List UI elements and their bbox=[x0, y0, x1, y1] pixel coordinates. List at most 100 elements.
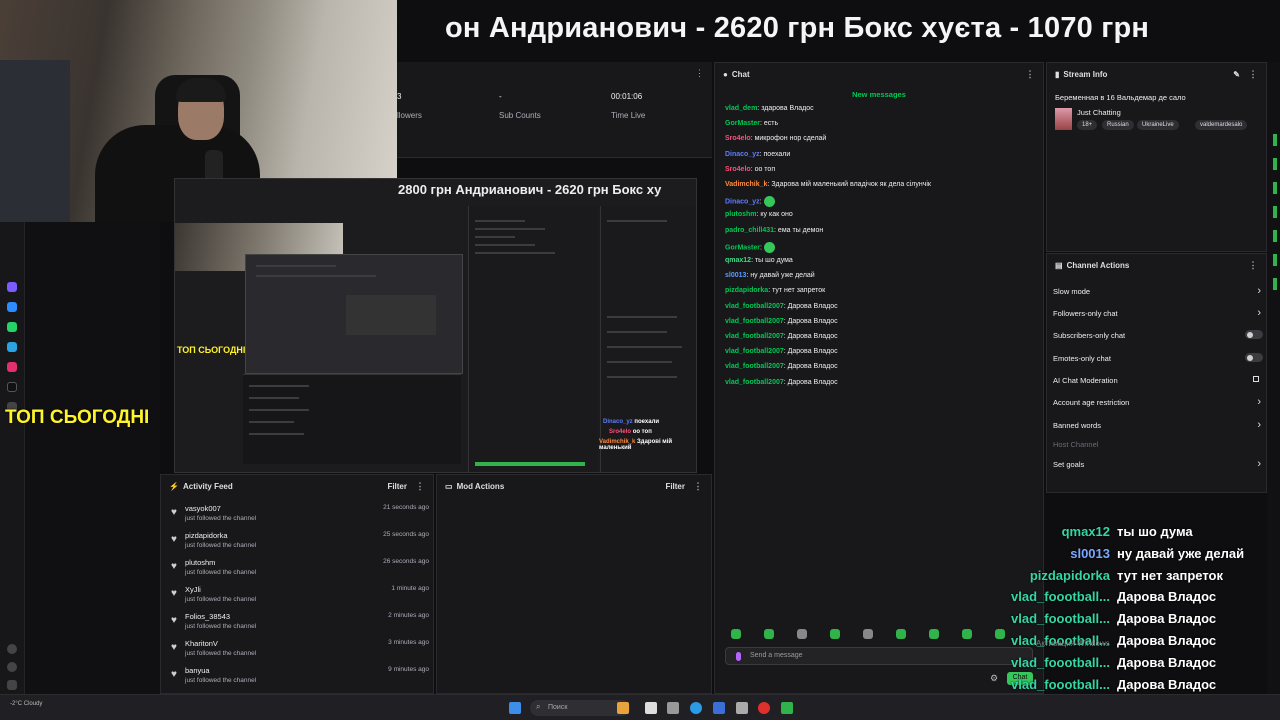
mod-icon: ▭ bbox=[445, 481, 453, 491]
taskbar-search[interactable]: ⌕ Поиск bbox=[530, 700, 630, 716]
app-icon[interactable] bbox=[667, 702, 679, 714]
gear-icon[interactable]: ⚙ bbox=[990, 673, 998, 684]
heart-icon: ♥ bbox=[171, 588, 177, 599]
messenger-icon[interactable] bbox=[7, 302, 17, 312]
channel-action-item[interactable]: Followers-only chat › bbox=[1053, 307, 1263, 319]
activity-feed-filter-button[interactable]: Filter bbox=[387, 482, 407, 491]
chat-username[interactable]: qmax12 bbox=[725, 257, 751, 264]
chat-message: vlad_football2007: Дарова Владос bbox=[725, 378, 838, 386]
chat-username[interactable]: Dinaco_yz bbox=[725, 151, 760, 158]
emote-bar[interactable] bbox=[727, 629, 1027, 643]
opera-icon[interactable] bbox=[758, 702, 770, 714]
channel-action-item[interactable]: Banned words › bbox=[1053, 419, 1263, 431]
edit-icon[interactable]: ✎ bbox=[1233, 70, 1240, 79]
feed-item[interactable]: ♥ pizdapidorka just followed the channel 25… bbox=[171, 531, 429, 558]
taskview-icon[interactable] bbox=[645, 702, 657, 714]
mail-icon[interactable] bbox=[736, 702, 748, 714]
chat-username[interactable]: GorMaster bbox=[725, 244, 760, 251]
nested-ticker: 2800 грн Андрианович - 2620 грн Бокс ху bbox=[398, 182, 662, 197]
tag-chip[interactable]: valdemardesalo bbox=[1195, 120, 1248, 130]
feed-item[interactable]: ♥ vasyok007 just followed the channel 21 se… bbox=[171, 504, 429, 531]
heart-icon[interactable] bbox=[7, 644, 17, 654]
overlay-chat-text: ну давай уже делай bbox=[1117, 545, 1245, 561]
channel-action-item[interactable]: Set goals › bbox=[1053, 458, 1263, 470]
channel-actions-title: Channel Actions bbox=[1066, 260, 1130, 270]
chat-input[interactable]: Send a message bbox=[725, 647, 1033, 665]
tag-chip[interactable]: 18+ bbox=[1077, 120, 1098, 130]
more-options-icon[interactable] bbox=[7, 680, 17, 690]
chat-username[interactable]: GorMaster bbox=[725, 120, 760, 127]
chat-message: Vadimchik_k: Здарова мій маленький владі… bbox=[725, 181, 931, 188]
chat-username[interactable]: Sro4elo bbox=[725, 135, 751, 142]
channel-action-item[interactable]: Emotes-only chat bbox=[1053, 353, 1263, 363]
chat-username[interactable]: Sro4elo bbox=[725, 166, 751, 173]
tag-chip[interactable]: UkraineLive bbox=[1137, 120, 1179, 130]
overlay-chat-text: Дарова Владос bbox=[1117, 611, 1217, 627]
folder-icon[interactable] bbox=[617, 702, 629, 714]
heart-icon: ♥ bbox=[171, 534, 177, 545]
feed-action: just followed the channel bbox=[185, 596, 257, 603]
channel-action-item[interactable]: Account age restriction › bbox=[1053, 396, 1263, 408]
microphone-icon[interactable] bbox=[736, 652, 741, 661]
activity-feed-menu-icon[interactable]: ⋮ bbox=[415, 481, 425, 492]
channel-action-label: AI Chat Moderation bbox=[1053, 376, 1118, 385]
windows-start-icon[interactable] bbox=[509, 702, 521, 714]
channel-action-label: Subscribers-only chat bbox=[1053, 331, 1126, 340]
chat-username[interactable]: vlad_football2007 bbox=[725, 303, 784, 310]
external-link-icon[interactable] bbox=[1253, 376, 1259, 382]
mod-actions-menu-icon[interactable]: ⋮ bbox=[693, 481, 703, 492]
tiktok-icon[interactable] bbox=[7, 382, 17, 392]
feed-item[interactable]: ♥ Folios_38543 just followed the channel 2 … bbox=[171, 612, 429, 639]
toggle-switch[interactable] bbox=[1245, 353, 1263, 362]
instagram-icon[interactable] bbox=[7, 362, 17, 372]
weather-widget[interactable]: -2°C Cloudy bbox=[10, 701, 42, 707]
chevron-right-icon[interactable]: › bbox=[1257, 458, 1261, 470]
store-icon[interactable] bbox=[713, 702, 725, 714]
feed-item[interactable]: ♥ banyua just followed the channel 9 minute… bbox=[171, 666, 429, 693]
clock-icon[interactable] bbox=[7, 662, 17, 672]
edge-icon[interactable] bbox=[690, 702, 702, 714]
feed-item[interactable]: ♥ XyJli just followed the channel 1 minute … bbox=[171, 585, 429, 612]
mod-actions-filter-button[interactable]: Filter bbox=[665, 482, 685, 491]
stream-info-menu-icon[interactable]: ⋮ bbox=[1248, 69, 1258, 80]
channel-action-item[interactable]: Subscribers-only chat bbox=[1053, 330, 1263, 340]
chat-text: оо топ bbox=[754, 165, 776, 173]
chat-username[interactable]: vlad_football2007 bbox=[725, 363, 784, 370]
feed-item[interactable]: ♥ plutoshm just followed the channel 26 sec… bbox=[171, 558, 429, 585]
channel-action-item[interactable]: AI Chat Moderation bbox=[1053, 376, 1263, 385]
whatsapp-icon[interactable] bbox=[7, 322, 17, 332]
chat-username[interactable]: vlad_football2007 bbox=[725, 318, 784, 325]
chat-username[interactable]: Dinaco_yz bbox=[725, 199, 760, 206]
chevron-right-icon[interactable]: › bbox=[1257, 307, 1261, 319]
heart-icon: ♥ bbox=[171, 669, 177, 680]
chat-username[interactable]: sl0013 bbox=[725, 272, 746, 279]
new-messages-divider: New messages bbox=[852, 90, 906, 99]
app-icon[interactable] bbox=[7, 282, 17, 292]
chevron-right-icon[interactable]: › bbox=[1257, 396, 1261, 408]
chat-username[interactable]: pizdapidorka bbox=[725, 287, 768, 294]
chat-username[interactable]: vlad_football2007 bbox=[725, 333, 784, 340]
telegram-icon[interactable] bbox=[7, 342, 17, 352]
stats-menu-icon[interactable]: ⋮ bbox=[695, 68, 704, 79]
channel-actions-menu-icon[interactable]: ⋮ bbox=[1248, 260, 1258, 271]
chat-username[interactable]: padro_chill431 bbox=[725, 227, 774, 234]
chat-menu-icon[interactable]: ⋮ bbox=[1025, 69, 1035, 80]
actions-icon: ▤ bbox=[1055, 260, 1063, 270]
chat-username[interactable]: Vadimchik_k bbox=[725, 181, 767, 188]
chevron-right-icon[interactable]: › bbox=[1257, 285, 1261, 297]
chat-username[interactable]: vlad_football2007 bbox=[725, 379, 784, 386]
chat-username[interactable]: plutoshm bbox=[725, 211, 757, 218]
chat-text: Дарова Владос bbox=[787, 302, 838, 310]
tag-chip[interactable]: Russian bbox=[1102, 120, 1134, 130]
chat-message: pizdapidorka: тут нет запреток bbox=[725, 287, 826, 295]
chat-message: Sro4elo: микрофон нор сделай bbox=[725, 135, 827, 143]
chat-text: ема ты демон bbox=[777, 226, 824, 234]
channel-action-item[interactable]: Slow mode › bbox=[1053, 285, 1263, 297]
chevron-right-icon[interactable]: › bbox=[1257, 419, 1261, 431]
toggle-switch[interactable] bbox=[1245, 330, 1263, 339]
obs-icon[interactable] bbox=[781, 702, 793, 714]
feed-item[interactable]: ♥ KharitonV just followed the channel 3 min… bbox=[171, 639, 429, 666]
chat-username[interactable]: vlad_football2007 bbox=[725, 348, 784, 355]
chat-username[interactable]: vlad_dem bbox=[725, 105, 757, 112]
feed-action: just followed the channel bbox=[185, 515, 257, 522]
